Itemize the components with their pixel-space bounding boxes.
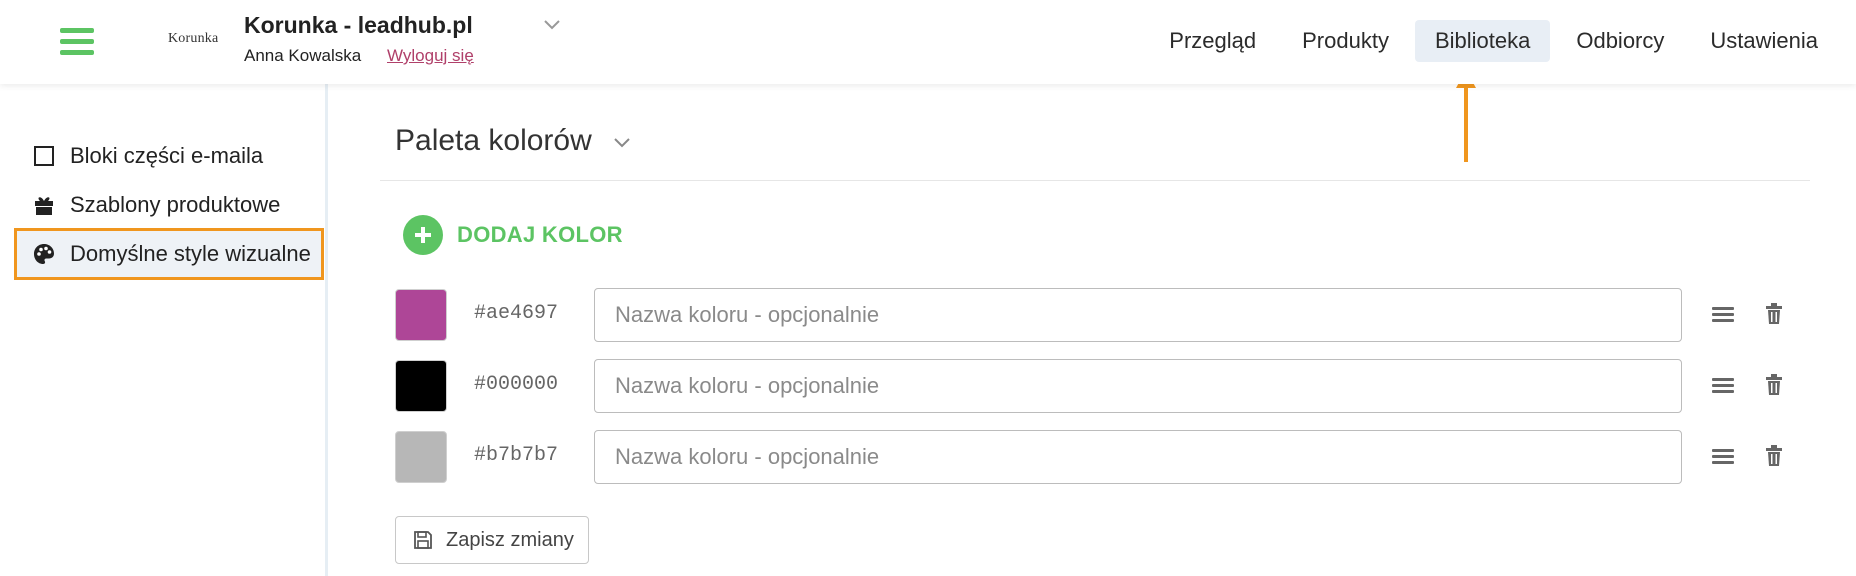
drag-handle-icon[interactable] <box>1712 447 1734 467</box>
sidebar-item-product-templates[interactable]: Szablony produktowe <box>30 185 280 225</box>
trash-icon[interactable] <box>1764 444 1784 468</box>
color-swatch[interactable] <box>395 289 447 341</box>
floppy-disk-icon <box>414 531 432 549</box>
color-row: #000000 <box>395 359 1795 413</box>
nav-item-produkty[interactable]: Produkty <box>1282 20 1409 62</box>
add-color-button[interactable]: DODAJ KOLOR <box>403 215 623 255</box>
nav-item-przeglad[interactable]: Przegląd <box>1149 20 1276 62</box>
drag-handle-icon[interactable] <box>1712 305 1734 325</box>
color-swatch[interactable] <box>395 360 447 412</box>
color-hex: #000000 <box>474 373 559 396</box>
trash-icon[interactable] <box>1764 373 1784 397</box>
save-button-label: Zapisz zmiany <box>446 528 574 551</box>
chevron-down-icon[interactable] <box>543 18 561 32</box>
sidebar-item-label: Domyślne style wizualne <box>70 241 311 266</box>
sidebar-item-label: Bloki części e-maila <box>70 143 264 168</box>
nav-item-odbiorcy[interactable]: Odbiorcy <box>1556 20 1684 62</box>
nav-item-ustawienia[interactable]: Ustawienia <box>1690 20 1838 62</box>
sidebar-item-default-styles[interactable]: Domyślne style wizualne <box>30 234 311 274</box>
color-name-input[interactable] <box>594 359 1682 413</box>
page-title: Paleta kolorów <box>395 124 592 157</box>
drag-handle-icon[interactable] <box>1712 376 1734 396</box>
sidebar-item-label: Szablony produktowe <box>70 192 281 217</box>
divider <box>380 180 1810 181</box>
color-hex: #b7b7b7 <box>474 444 559 467</box>
color-swatch[interactable] <box>395 431 447 483</box>
color-name-input[interactable] <box>594 430 1682 484</box>
add-color-label: DODAJ KOLOR <box>457 222 623 247</box>
sidebar-item-email-blocks[interactable]: Bloki części e-maila <box>30 136 263 176</box>
trash-icon[interactable] <box>1764 302 1784 326</box>
color-hex: #ae4697 <box>474 302 559 325</box>
user-name: Anna Kowalska <box>244 46 362 65</box>
save-button[interactable]: Zapisz zmiany <box>395 516 589 564</box>
color-name-input[interactable] <box>594 288 1682 342</box>
color-row: #b7b7b7 <box>395 430 1795 484</box>
annotation-arrow-line <box>1464 88 1468 162</box>
hamburger-menu-icon[interactable] <box>60 27 94 55</box>
plus-circle-icon <box>403 215 443 255</box>
account-name: Korunka - leadhub.pl <box>244 12 473 38</box>
chevron-down-icon[interactable] <box>613 136 631 150</box>
logout-link[interactable]: Wyloguj się <box>387 46 474 66</box>
gift-icon <box>30 193 58 217</box>
main-nav: Przegląd Produkty Biblioteka Odbiorcy Us… <box>1143 20 1838 62</box>
color-row: #ae4697 <box>395 288 1795 342</box>
nav-item-biblioteka[interactable]: Biblioteka <box>1414 20 1551 62</box>
sidebar: Bloki części e-maila Szablony produktowe… <box>0 84 328 576</box>
square-outline-icon <box>30 144 58 168</box>
brand-logo: Korunka <box>168 31 219 46</box>
top-bar: Korunka Korunka - leadhub.pl Anna Kowals… <box>0 0 1856 84</box>
palette-icon <box>30 242 58 266</box>
